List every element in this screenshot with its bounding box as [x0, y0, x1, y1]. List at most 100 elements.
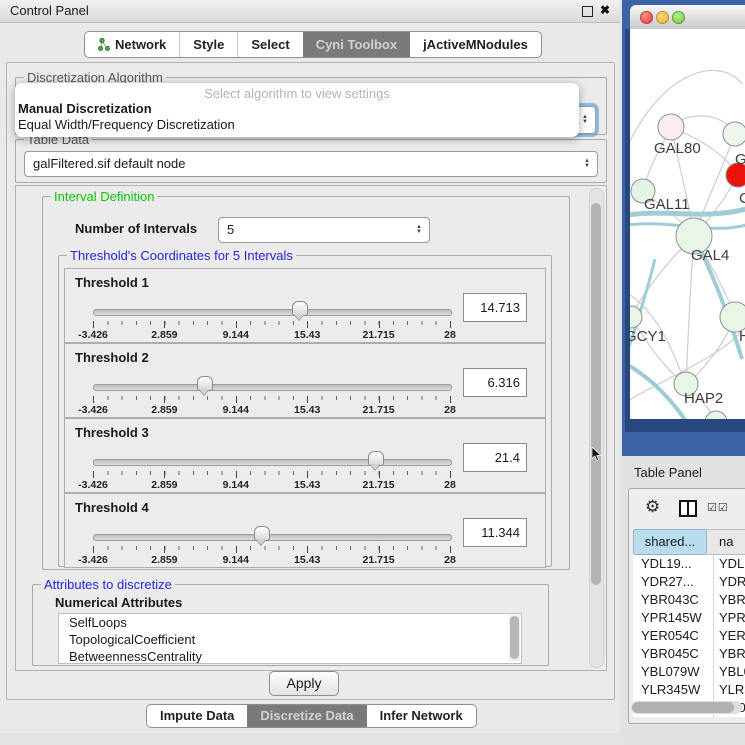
network-view-window: GAL80 GA GAL11 C GAL4 GCY1 H HAP2 — [622, 0, 745, 456]
svg-text:C: C — [739, 190, 745, 207]
tab-jactivemnodules[interactable]: jActiveMNodules — [410, 32, 541, 57]
thresholds-group-label: Threshold's Coordinates for 5 Intervals — [67, 248, 296, 263]
option-equal-width-frequency[interactable]: Equal Width/Frequency Discretization — [15, 117, 579, 133]
thresholds-group: Threshold's Coordinates for 5 Intervals … — [58, 255, 552, 567]
option-manual-discretization[interactable]: Manual Discretization — [15, 101, 579, 117]
threshold-1-slider-thumb[interactable] — [292, 301, 308, 316]
slider-ticks — [93, 471, 450, 478]
svg-text:GAL11: GAL11 — [644, 196, 690, 213]
slider-track[interactable] — [93, 534, 452, 541]
threshold-1-title: Threshold 1 — [75, 275, 149, 290]
attributes-group-label: Attributes to discretize — [41, 577, 175, 592]
threshold-3-slider[interactable]: -3.426 2.859 9.144 15.43 21.715 28 — [93, 449, 450, 489]
svg-text:H: H — [739, 328, 745, 345]
settings-scrollbar[interactable] — [589, 188, 604, 668]
threshold-3-value-field[interactable]: 21.4 — [463, 443, 527, 472]
network-window-frame — [625, 419, 745, 432]
settings-scrollbar-thumb[interactable] — [591, 203, 601, 585]
column-header-shared-name[interactable]: shared... — [633, 529, 707, 555]
network-icon — [98, 38, 110, 51]
network-node[interactable] — [658, 114, 684, 140]
table-panel-body: ⚙ ☑☑ shared... na YDL19...YDL1 YDR27...Y… — [628, 488, 745, 724]
threshold-3-slider-thumb[interactable] — [368, 451, 384, 466]
table-row[interactable]: YBR045CYBR0 — [633, 645, 745, 663]
table-row[interactable]: YPR145WYPR1 — [633, 609, 745, 627]
apply-button[interactable]: Apply — [269, 671, 339, 696]
threshold-1-slider[interactable]: -3.426 2.859 9.144 15.43 21.715 28 — [93, 299, 450, 339]
combo-arrows-icon: ▲▼ — [582, 115, 588, 125]
tab-cyni-toolbox[interactable]: Cyni Toolbox — [303, 32, 410, 57]
svg-text:GCY1: GCY1 — [630, 328, 666, 345]
table-body: YDL19...YDL1 YDR27...YDR2 YBR043CYBR0 YP… — [633, 555, 745, 717]
table-row[interactable]: YDL19...YDL1 — [633, 555, 745, 573]
attributes-list-scrollbar[interactable] — [509, 615, 520, 661]
network-window-titlebar — [630, 5, 745, 30]
slider-ticks — [93, 321, 450, 328]
table-horizontal-scrollbar[interactable] — [631, 701, 742, 714]
network-node[interactable] — [705, 411, 727, 419]
slider-track[interactable] — [93, 384, 452, 391]
tab-impute-data-label: Impute Data — [160, 705, 234, 727]
number-of-intervals-combobox[interactable]: 5 ▲▼ — [218, 217, 430, 243]
table-row[interactable]: YBL079WYBL0 — [633, 663, 745, 681]
zoom-traffic-light-icon[interactable] — [672, 11, 685, 24]
threshold-4-value-field[interactable]: 11.344 — [463, 518, 527, 547]
list-item[interactable]: BetweennessCentrality — [59, 648, 521, 664]
tab-style[interactable]: Style — [179, 32, 237, 57]
slider-track[interactable] — [93, 459, 452, 466]
tab-select[interactable]: Select — [237, 32, 302, 57]
threshold-4-slider-thumb[interactable] — [254, 526, 270, 541]
slider-track[interactable] — [93, 309, 452, 316]
threshold-1-value-field[interactable]: 14.713 — [463, 293, 527, 322]
close-icon[interactable]: ✖ — [600, 3, 610, 17]
table-row[interactable]: YDR27...YDR2 — [633, 573, 745, 591]
table-row[interactable]: YBR043CYBR0 — [633, 591, 745, 609]
control-panel-titlebar: Control Panel ✖ — [0, 0, 620, 23]
table-data-combobox[interactable]: galFiltered.sif default node ▲▼ — [24, 151, 598, 177]
split-view-icon[interactable] — [679, 500, 697, 517]
table-row[interactable]: YLR345WYLR3 — [633, 681, 745, 699]
algorithm-dropdown-popup: Select algorithm to view settings Manual… — [15, 83, 579, 137]
threshold-4-slider[interactable]: -3.426 2.859 9.144 15.43 21.715 28 — [93, 524, 450, 564]
column-header-name[interactable]: na — [707, 529, 745, 555]
list-item[interactable]: SelfLoops — [59, 614, 521, 631]
numerical-attributes-label: Numerical Attributes — [55, 595, 182, 610]
network-canvas[interactable]: GAL80 GA GAL11 C GAL4 GCY1 H HAP2 — [630, 29, 745, 419]
interval-definition-label: Interval Definition — [51, 189, 157, 204]
threshold-2-slider-thumb[interactable] — [197, 376, 213, 391]
minimize-traffic-light-icon[interactable] — [656, 11, 669, 24]
threshold-4-panel: Threshold 4 -3.426 2.859 — [64, 493, 546, 568]
combo-arrows-icon: ▲▼ — [584, 159, 590, 169]
tab-network[interactable]: Network — [85, 32, 179, 57]
tab-infer-network-label: Infer Network — [380, 705, 463, 727]
threshold-2-slider[interactable]: -3.426 2.859 9.144 15.43 21.715 28 — [93, 374, 450, 414]
threshold-2-value-field[interactable]: 6.316 — [463, 368, 527, 397]
list-item[interactable]: TopologicalCoefficient — [59, 631, 521, 648]
numerical-attributes-list[interactable]: SelfLoops TopologicalCoefficient Between… — [58, 613, 522, 664]
table-panel-window: Table Panel ⚙ ☑☑ shared... na YDL19...YD… — [622, 458, 745, 745]
tab-cyni-toolbox-label: Cyni Toolbox — [316, 33, 397, 56]
slider-ticks — [93, 396, 450, 403]
column-checkboxes-icon[interactable]: ☑☑ — [707, 501, 729, 514]
tab-impute-data[interactable]: Impute Data — [147, 705, 247, 727]
table-row[interactable]: YER054CYER0 — [633, 627, 745, 645]
tab-discretize-data[interactable]: Discretize Data — [247, 705, 366, 727]
attributes-group: Attributes to discretize Numerical Attri… — [32, 584, 549, 666]
interval-definition-group: Interval Definition Number of Intervals … — [42, 196, 570, 570]
network-node[interactable] — [723, 122, 745, 146]
table-horizontal-scrollbar-thumb[interactable] — [632, 702, 734, 713]
cyni-bottom-tab-bar: Impute Data Discretize Data Infer Networ… — [146, 704, 477, 728]
number-of-intervals-label: Number of Intervals — [75, 221, 197, 236]
float-window-icon[interactable] — [582, 6, 593, 17]
svg-text:HAP2: HAP2 — [684, 390, 723, 407]
threshold-2-title: Threshold 2 — [75, 350, 149, 365]
slider-tick-labels: -3.426 2.859 9.144 15.43 21.715 28 — [93, 329, 450, 341]
gear-icon[interactable]: ⚙ — [645, 497, 660, 517]
close-traffic-light-icon[interactable] — [640, 11, 653, 24]
network-graph: GAL80 GA GAL11 C GAL4 GCY1 H HAP2 — [630, 29, 745, 419]
tab-infer-network[interactable]: Infer Network — [367, 705, 476, 727]
tab-style-label: Style — [193, 33, 224, 56]
algorithm-hint: Select algorithm to view settings — [15, 86, 579, 101]
tab-jactivemnodules-label: jActiveMNodules — [423, 33, 528, 56]
tab-select-label: Select — [251, 33, 289, 56]
